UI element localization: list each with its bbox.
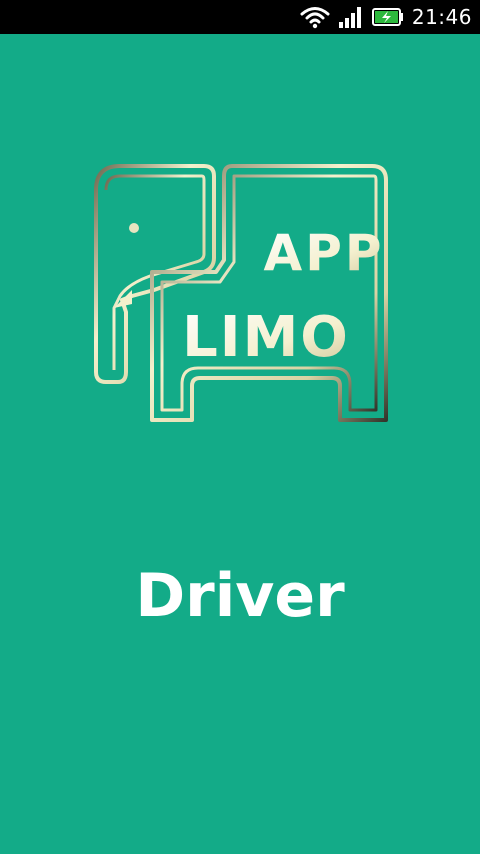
signal-icon — [338, 7, 361, 28]
elephant-icon — [94, 164, 388, 422]
app-logo: APP LIMO — [94, 164, 388, 422]
status-icons: 21:46 — [300, 0, 472, 34]
splash-screen: 21:46 APP LIMO Driver — [0, 0, 480, 854]
wifi-icon — [300, 7, 330, 29]
role-label: Driver — [135, 561, 345, 631]
status-bar: 21:46 — [0, 0, 480, 34]
status-time: 21:46 — [411, 5, 472, 29]
logo-text-limo: LIMO — [182, 305, 350, 370]
logo-text-app: APP — [264, 224, 385, 282]
battery-charging-icon — [371, 8, 403, 26]
